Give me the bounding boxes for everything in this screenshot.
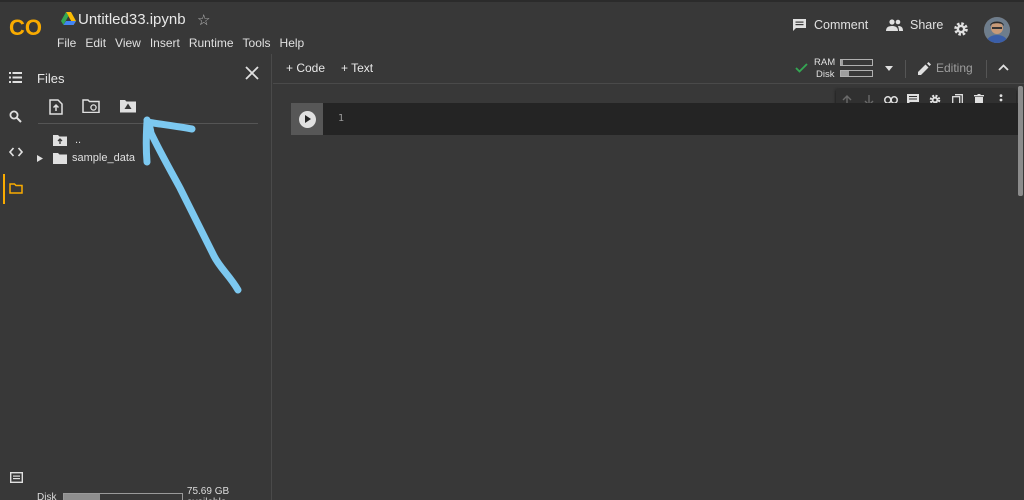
mount-drive-icon[interactable] [119,99,137,113]
disk-usage-bar-toolbar [840,70,873,77]
editing-mode-button[interactable]: Editing [918,61,973,75]
folder-label: sample_data [72,152,135,164]
notebook-title[interactable]: Untitled33.ipynb [78,11,186,28]
connected-check-icon [795,63,808,73]
colab-logo[interactable]: CO [9,14,47,40]
parent-directory-label: .. [75,134,82,146]
menu-edit[interactable]: Edit [85,36,106,50]
folder-icon [53,152,67,164]
user-avatar[interactable] [984,17,1010,43]
run-cell-button[interactable] [291,103,323,135]
folder-row-sample-data[interactable]: sample_data [37,152,135,164]
search-icon[interactable] [9,110,22,123]
disk-usage-fill [64,494,100,500]
toolbar-separator [905,60,906,78]
star-icon[interactable]: ☆ [197,11,210,29]
code-cell[interactable]: 1 [291,103,1019,135]
editing-label: Editing [936,61,973,75]
terminal-icon[interactable] [10,472,23,483]
add-text-button[interactable]: + Text [341,61,373,75]
notebook-toolbar: + Code + Text RAM Disk Editing [273,54,1024,84]
menu-file[interactable]: File [57,36,76,50]
comment-label: Comment [814,18,869,32]
ram-label: RAM [814,57,836,68]
share-button[interactable]: Share [886,18,943,32]
code-snippets-icon[interactable] [9,147,23,157]
people-icon [886,19,903,31]
line-number: 1 [338,113,345,124]
side-nav-rail [0,54,30,500]
menu-help[interactable]: Help [280,36,305,50]
comment-button[interactable]: Comment [792,18,868,32]
play-icon [298,110,316,128]
pencil-icon [918,61,931,75]
expand-arrow-icon[interactable] [37,154,43,162]
settings-gear-icon[interactable] [953,21,969,37]
files-panel: Files .. sample_data Disk 75.69 GB [30,54,272,500]
ram-usage-bar [840,59,873,66]
menu-insert[interactable]: Insert [150,36,180,50]
share-label: Share [910,18,944,32]
dropdown-arrow-icon[interactable] [885,66,893,71]
menu-runtime[interactable]: Runtime [189,36,234,50]
menu-tools[interactable]: Tools [243,36,271,50]
collapse-chevron-icon[interactable] [998,64,1009,71]
svg-text:CO: CO [9,15,42,40]
header-bar: CO Untitled33.ipynb ☆ File Edit View Ins… [0,0,1024,54]
disk-label: Disk [37,491,57,500]
files-panel-title: Files [37,71,65,86]
active-tab-indicator [3,174,5,204]
disk-label-toolbar: Disk [816,69,835,80]
add-code-button[interactable]: + Code [286,61,325,75]
refresh-folder-icon[interactable] [82,99,100,113]
vertical-scrollbar[interactable] [1018,86,1023,196]
close-icon[interactable] [245,66,259,80]
resource-monitor[interactable]: RAM Disk [813,57,885,81]
menu-bar: File Edit View Insert Runtime Tools Help [57,36,313,50]
upload-file-icon[interactable] [49,99,63,115]
parent-directory-row[interactable]: .. [53,134,81,146]
comment-icon [793,19,806,31]
folder-up-icon [53,134,67,146]
disk-usage-bar [63,493,183,500]
ram-usage-fill [841,60,843,65]
menu-view[interactable]: View [115,36,141,50]
toolbar-separator-2 [986,60,987,78]
folder-icon[interactable] [9,183,23,194]
toolbar-divider [38,123,258,124]
google-drive-icon [61,12,76,25]
disk-usage-fill-toolbar [841,71,849,76]
disk-usage: Disk 75.69 GB available [37,486,271,500]
table-of-contents-icon[interactable] [9,72,22,83]
disk-available-text: 75.69 GB available [186,486,230,500]
